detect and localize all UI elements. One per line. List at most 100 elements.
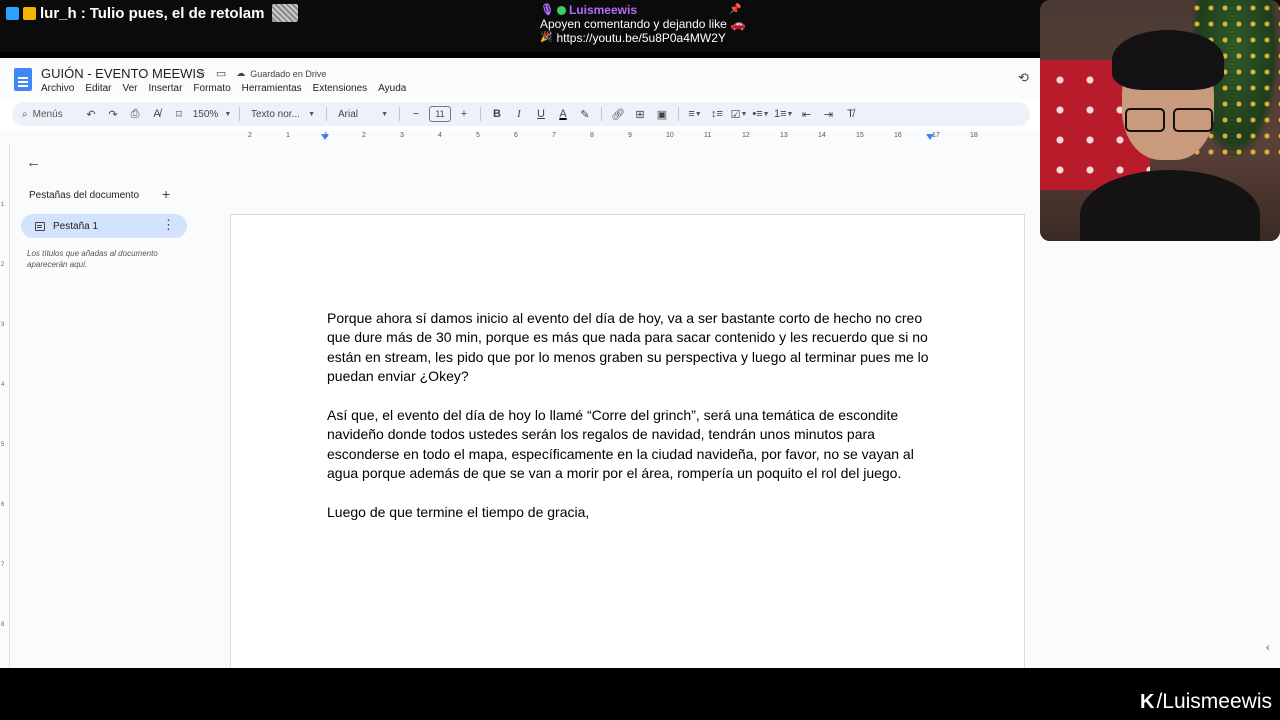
ruler-tick: 17: [932, 132, 940, 139]
panel-hint: Los títulos que añadas al documento apar…: [27, 249, 158, 269]
ruler-tick: 12: [742, 132, 750, 139]
increase-size-button[interactable]: +: [455, 104, 473, 124]
spellcheck-button[interactable]: A̸: [148, 104, 166, 124]
pinned-link[interactable]: https://youtu.be/5u8P0a4MW2Y: [556, 31, 725, 45]
paragraph[interactable]: Porque ahora sí damos inicio al evento d…: [327, 309, 931, 387]
chevron-left-icon[interactable]: ‹: [1266, 642, 1270, 654]
toolbar-divider: [678, 107, 679, 121]
font-select[interactable]: Arial ▼: [334, 104, 392, 124]
toolbar: ⌕ Menús ↶ ↷ ⎙ A̸ ⌑ 150% ▼ Texto nor... ▼…: [12, 102, 1030, 126]
paragraph[interactable]: Luego de que termine el tiempo de gracia…: [327, 503, 931, 522]
decrease-size-button[interactable]: −: [407, 104, 425, 124]
checklist-icon[interactable]: ☑ ▼: [730, 104, 748, 124]
underline-button[interactable]: U: [532, 104, 550, 124]
tab-pestana-1[interactable]: Pestaña 1 ⋮: [21, 214, 187, 238]
menu-ayuda[interactable]: Ayuda: [378, 83, 406, 94]
ruler-tick: 13: [780, 132, 788, 139]
menu-archivo[interactable]: Archivo: [41, 83, 74, 94]
ruler-tick: 10: [666, 132, 674, 139]
pin-icon: 📌: [729, 4, 742, 15]
style-select[interactable]: Texto nor... ▼: [247, 104, 319, 124]
panel-title: Pestañas del documento: [29, 190, 140, 201]
decrease-indent-icon[interactable]: ⇤: [797, 104, 815, 124]
ruler-tick: 14: [818, 132, 826, 139]
document-page[interactable]: Porque ahora sí damos inicio al evento d…: [230, 214, 1025, 670]
vruler-tick: 7: [1, 562, 5, 568]
document-icon: [35, 221, 45, 231]
print-button[interactable]: ⎙: [126, 104, 144, 124]
save-status[interactable]: ☁ Guardado en Drive: [236, 68, 326, 79]
history-icon[interactable]: ⟲: [1018, 70, 1029, 86]
menu-herramientas[interactable]: Herramientas: [242, 83, 302, 94]
back-arrow-icon[interactable]: ←: [26, 154, 41, 171]
channel-handle: /Luismeewis: [1156, 690, 1272, 713]
vruler-tick: 1: [1, 202, 5, 208]
subscriber-badge-icon: [23, 6, 36, 20]
add-tab-icon[interactable]: +: [162, 186, 170, 202]
comment-icon[interactable]: ⊞: [631, 104, 649, 124]
menu-editar[interactable]: Editar: [85, 83, 111, 94]
align-icon[interactable]: ≡ ▼: [686, 104, 704, 124]
star-icon[interactable]: ☆: [196, 67, 206, 80]
docs-logo-icon[interactable]: [14, 68, 32, 91]
streamer-hair: [1112, 30, 1224, 90]
font-size-input[interactable]: 11: [429, 106, 451, 122]
zoom-value: 150%: [192, 108, 219, 120]
verified-icon: [556, 5, 566, 15]
document-tabs-panel: ← Pestañas del documento + Pestaña 1 ⋮ L…: [12, 144, 222, 670]
toolbar-divider: [326, 107, 327, 121]
ruler-tick: 9: [628, 132, 632, 139]
chat-message: lur_h : Tulio pues, el de retolam: [6, 4, 299, 22]
toolbar-divider: [399, 107, 400, 121]
pinned-user: 🎙 Luismeewis: [540, 3, 746, 17]
clear-format-icon[interactable]: T̸: [841, 104, 859, 124]
chevron-down-icon: ▼: [381, 110, 388, 118]
bold-button[interactable]: B: [488, 104, 506, 124]
style-value: Texto nor...: [251, 108, 300, 120]
menu-formato[interactable]: Formato: [193, 83, 230, 94]
pinned-line: Apoyen comentando y dejando like 🚗: [540, 17, 746, 31]
pinned-line-text: Apoyen comentando y dejando like: [540, 17, 727, 31]
text-color-button[interactable]: A: [554, 104, 572, 124]
line-spacing-icon[interactable]: ↕≡: [708, 104, 726, 124]
horizontal-ruler: 2 1 1 2 3 4 5 6 7 8 9 10 11 12 13 14 15 16 17 18: [230, 132, 1010, 142]
ruler-tick: 15: [856, 132, 864, 139]
link-icon[interactable]: 🔗︎: [609, 104, 627, 124]
paint-format-button[interactable]: ⌑: [170, 104, 188, 124]
chat-username: lur_h: [40, 4, 77, 22]
italic-button[interactable]: I: [510, 104, 528, 124]
menu-search-label: Menús: [32, 108, 63, 120]
increase-indent-icon[interactable]: ⇥: [819, 104, 837, 124]
vruler-tick: 4: [1, 382, 5, 388]
doc-title[interactable]: GUIÓN - EVENTO MEEWIS: [41, 66, 205, 81]
menu-extensiones[interactable]: Extensiones: [313, 83, 367, 94]
redo-button[interactable]: ↷: [104, 104, 122, 124]
vruler-tick: 5: [1, 442, 5, 448]
undo-button[interactable]: ↶: [82, 104, 100, 124]
kick-channel-brand: K /Luismeewis: [1140, 690, 1272, 714]
pinned-message: 🎙 Luismeewis Apoyen comentando y dejando…: [540, 3, 746, 45]
menu-insertar[interactable]: Insertar: [149, 83, 183, 94]
ruler-tick: 11: [704, 132, 712, 139]
vertical-ruler: 1 2 3 4 5 6 7 8: [0, 144, 10, 670]
ruler-tick: 3: [400, 132, 404, 139]
menu-bar: Archivo Editar Ver Insertar Formato Herr…: [41, 83, 406, 94]
menu-ver[interactable]: Ver: [122, 83, 137, 94]
vruler-tick: 8: [1, 622, 5, 628]
highlight-icon[interactable]: ✎: [576, 104, 594, 124]
zoom-select[interactable]: 150% ▼: [192, 104, 232, 124]
move-folder-icon[interactable]: ▭: [216, 67, 226, 80]
document-body[interactable]: Porque ahora sí damos inicio al evento d…: [327, 309, 931, 542]
bullet-list-icon[interactable]: •≡ ▼: [752, 104, 770, 124]
menu-search[interactable]: ⌕ Menús: [22, 104, 78, 124]
numbered-list-icon[interactable]: 1≡ ▼: [774, 104, 793, 124]
paragraph[interactable]: Así que, el evento del día de hoy lo lla…: [327, 406, 931, 484]
cloud-icon: ☁: [236, 68, 246, 78]
image-icon[interactable]: ▣: [653, 104, 671, 124]
more-vert-icon[interactable]: ⋮: [162, 217, 175, 233]
emote-icon: [272, 4, 299, 22]
search-icon: ⌕: [22, 108, 28, 120]
chevron-down-icon: ▼: [308, 110, 315, 118]
ruler-tick: 18: [970, 132, 978, 139]
ruler-tick: 1: [324, 132, 328, 139]
